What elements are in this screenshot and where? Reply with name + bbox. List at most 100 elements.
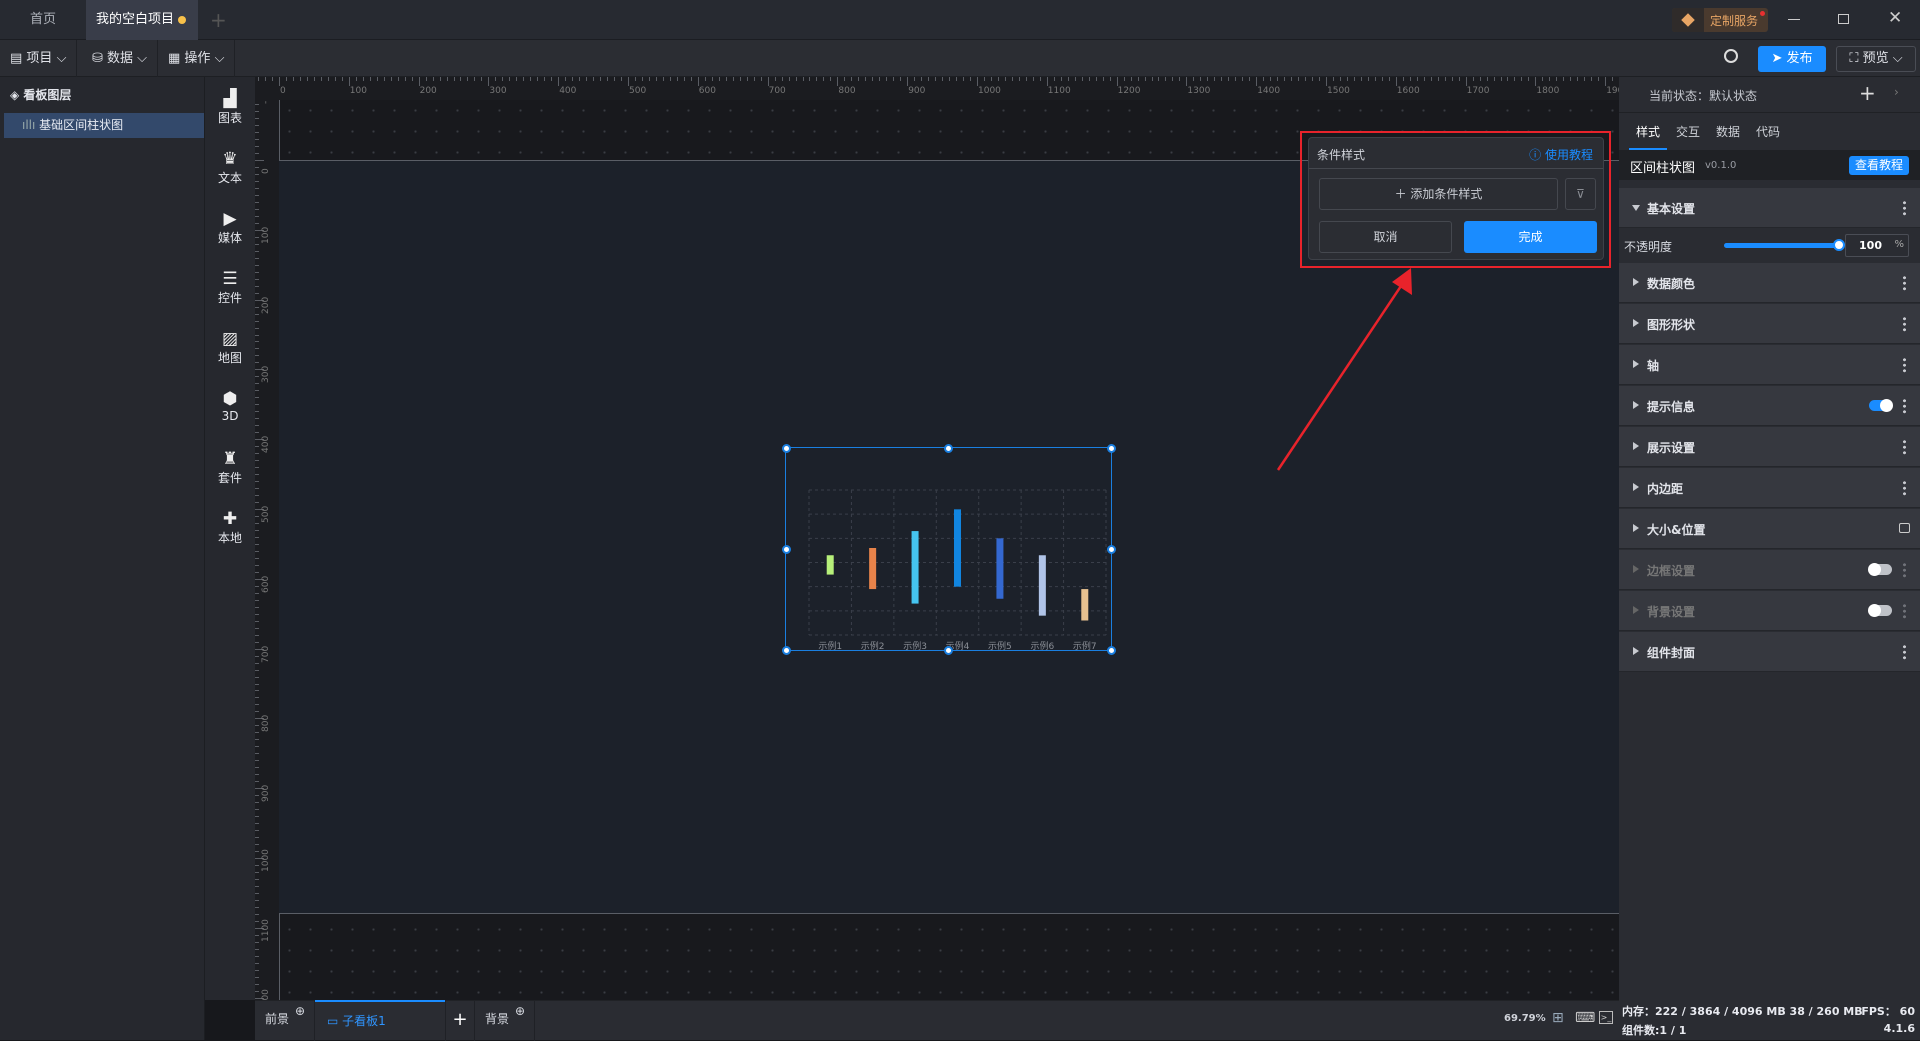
component-category-6[interactable]: ♜ 套件 bbox=[205, 449, 255, 486]
restore-button[interactable] bbox=[1838, 14, 1849, 24]
component-category-3[interactable]: ☰ 控件 bbox=[205, 269, 255, 306]
console-icon[interactable]: >_ bbox=[1599, 1011, 1613, 1024]
custom-service-button[interactable]: 定制服务 bbox=[1672, 8, 1768, 32]
add-state-icon[interactable]: + bbox=[1859, 81, 1876, 105]
resize-handle-ne[interactable] bbox=[1106, 443, 1116, 453]
chevron-right-icon[interactable]: › bbox=[1894, 85, 1899, 99]
project-menu[interactable]: ▤ 项目 ⌵ bbox=[0, 40, 78, 77]
publish-button[interactable]: ➤ 发布 bbox=[1758, 46, 1826, 72]
opacity-input[interactable]: 100 % bbox=[1845, 234, 1909, 257]
tab-0[interactable]: 样式 bbox=[1629, 123, 1668, 150]
zoom-level[interactable]: 69.79% bbox=[1504, 1013, 1546, 1024]
more-icon[interactable] bbox=[1903, 480, 1906, 496]
more-icon[interactable] bbox=[1903, 316, 1906, 332]
add-circle-icon[interactable]: ⊕ bbox=[295, 993, 305, 1029]
more-icon[interactable] bbox=[1903, 275, 1906, 291]
section-row[interactable]: 提示信息 bbox=[1619, 386, 1920, 426]
ruler-tick bbox=[1123, 77, 1125, 81]
lock-icon[interactable] bbox=[1899, 523, 1910, 533]
bar-4[interactable] bbox=[953, 508, 961, 587]
component-category-1[interactable]: ♛ 文本 bbox=[205, 149, 255, 186]
ruler-tick bbox=[255, 669, 259, 671]
add-board-button[interactable]: + bbox=[445, 1001, 475, 1041]
state-value[interactable]: 默认状态 bbox=[1709, 89, 1757, 103]
ruler-tick bbox=[255, 474, 259, 476]
section-row[interactable]: 数据颜色 bbox=[1619, 263, 1920, 303]
bar-5[interactable] bbox=[995, 537, 1003, 599]
ruler-tick bbox=[255, 781, 259, 783]
tab-2[interactable]: 数据 bbox=[1716, 123, 1740, 148]
bar-1[interactable] bbox=[826, 554, 834, 575]
component-category-2[interactable]: ▶ 媒体 bbox=[205, 209, 255, 246]
bar-3[interactable] bbox=[911, 530, 919, 604]
resize-handle-s[interactable] bbox=[944, 645, 953, 655]
selected-chart-widget[interactable]: 示例1 示例2 示例3 示例4 示例5 示例6 示例7 bbox=[781, 443, 1116, 655]
component-category-5[interactable]: ⬢ 3D bbox=[205, 389, 255, 423]
preview-button[interactable]: ⛶ 预览 ⌵ bbox=[1836, 46, 1916, 72]
slider-thumb[interactable] bbox=[1833, 239, 1845, 251]
foreground-tab[interactable]: 前景 ⊕ bbox=[255, 1001, 315, 1041]
opacity-slider[interactable] bbox=[1724, 239, 1845, 251]
component-category-0[interactable]: ▟ 图表 bbox=[205, 89, 255, 126]
resize-handle-n[interactable] bbox=[944, 443, 953, 453]
more-icon[interactable] bbox=[1903, 200, 1906, 216]
component-category-7[interactable]: ✚ 本地 bbox=[205, 509, 255, 546]
section-row[interactable]: 轴 bbox=[1619, 345, 1920, 385]
keyboard-icon[interactable]: ⌨ bbox=[1575, 1010, 1595, 1026]
section-basic[interactable]: 基本设置 bbox=[1619, 188, 1920, 228]
tab-1[interactable]: 交互 bbox=[1676, 123, 1700, 148]
tutorial-button[interactable]: 查看教程 bbox=[1849, 156, 1909, 175]
section-row[interactable]: 展示设置 bbox=[1619, 427, 1920, 467]
operation-menu[interactable]: ▦ 操作 ⌵ bbox=[158, 40, 236, 77]
ruler-tick bbox=[781, 77, 783, 81]
bar-2[interactable] bbox=[868, 547, 876, 589]
resize-handle-w[interactable] bbox=[781, 544, 791, 554]
ruler-tick bbox=[1172, 77, 1174, 81]
new-tab-button[interactable]: + bbox=[210, 8, 227, 32]
ruler-tick bbox=[272, 77, 274, 81]
add-circle-icon[interactable]: ⊕ bbox=[515, 993, 525, 1029]
ruler-label: 300 bbox=[489, 86, 507, 96]
more-icon[interactable] bbox=[1903, 398, 1906, 414]
toggle-switch[interactable] bbox=[1868, 563, 1892, 576]
ruler-tick bbox=[1305, 77, 1307, 81]
more-icon[interactable] bbox=[1903, 644, 1906, 660]
minimize-button[interactable] bbox=[1788, 19, 1800, 20]
ruler-tick bbox=[255, 376, 259, 378]
tab-home[interactable]: 首页 bbox=[0, 0, 86, 40]
tab-project[interactable]: 我的空白项目 bbox=[86, 0, 198, 40]
section-row[interactable]: 图形形状 bbox=[1619, 304, 1920, 344]
fit-screen-icon[interactable]: ⊞ bbox=[1552, 1010, 1564, 1026]
component-category-4[interactable]: ▨ 地图 bbox=[205, 329, 255, 366]
section-row[interactable]: 边框设置 bbox=[1619, 550, 1920, 590]
more-icon[interactable] bbox=[1903, 603, 1906, 619]
close-button[interactable]: ✕ bbox=[1888, 8, 1902, 28]
resize-handle-e[interactable] bbox=[1106, 544, 1116, 554]
bar-7[interactable] bbox=[1080, 588, 1088, 620]
toggle-knob bbox=[1868, 604, 1881, 617]
section-row[interactable]: 背景设置 bbox=[1619, 591, 1920, 631]
layer-item[interactable]: ıllı 基础区间柱状图 bbox=[4, 113, 204, 138]
ruler-tick bbox=[255, 495, 259, 497]
vertical-ruler[interactable]: -100 0 100 200 300 400 500 600 700 800 900 1000 1100… bbox=[255, 100, 279, 1000]
section-row[interactable]: 大小&位置 bbox=[1619, 509, 1920, 549]
bar-6[interactable] bbox=[1038, 554, 1046, 616]
background-tab[interactable]: 背景 ⊕ bbox=[475, 1001, 535, 1041]
more-icon[interactable] bbox=[1903, 357, 1906, 373]
ruler-tick bbox=[341, 77, 343, 81]
resize-handle-se[interactable] bbox=[1106, 645, 1116, 655]
section-row[interactable]: 组件封面 bbox=[1619, 632, 1920, 672]
tab-3[interactable]: 代码 bbox=[1756, 123, 1780, 148]
resize-handle-sw[interactable] bbox=[781, 645, 791, 655]
toggle-switch[interactable] bbox=[1869, 399, 1893, 412]
toggle-switch[interactable] bbox=[1868, 604, 1892, 617]
horizontal-ruler[interactable]: -100010020030040050060070080090010001100… bbox=[255, 77, 1619, 100]
board-tab-active[interactable]: ▭ 子看板1 bbox=[315, 1000, 445, 1041]
more-icon[interactable] bbox=[1903, 562, 1906, 578]
ruler-tick bbox=[446, 77, 448, 81]
more-icon[interactable] bbox=[1903, 439, 1906, 455]
search-icon[interactable] bbox=[1724, 49, 1738, 63]
data-menu[interactable]: ⛁ 数据 ⌵ bbox=[82, 40, 159, 77]
section-row[interactable]: 内边距 bbox=[1619, 468, 1920, 508]
resize-handle-nw[interactable] bbox=[781, 443, 791, 453]
